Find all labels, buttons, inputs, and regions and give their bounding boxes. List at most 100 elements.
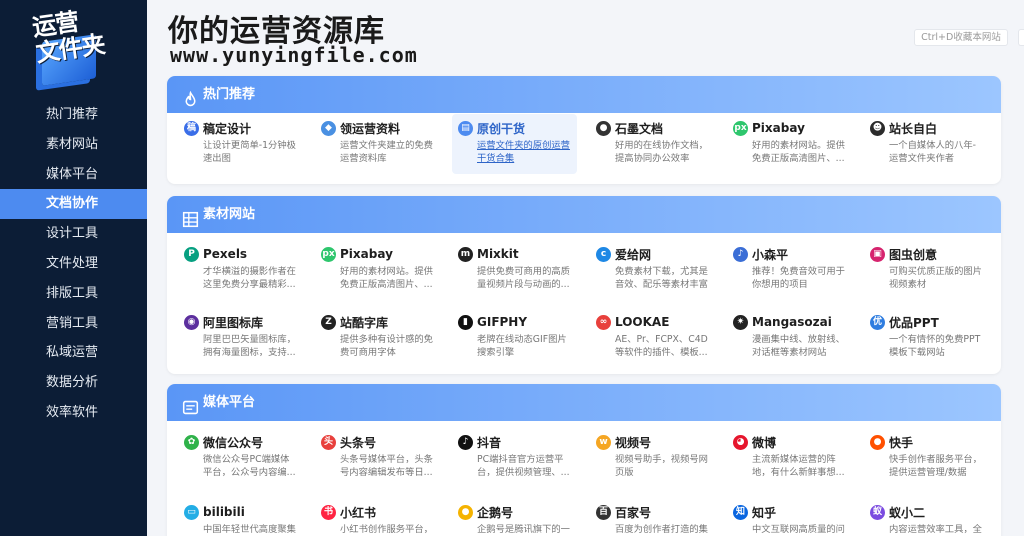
site-card[interactable]: m Mixkit 提供免费可商用的高质量视频片段与动画的... (452, 240, 577, 300)
site-card-desc: 免费素材下载，尤其是音效、配乐等素材丰富 (615, 266, 708, 290)
site-card-title: 领运营资料 (340, 121, 401, 136)
site-card[interactable]: ● 快手快手创作者服务平台，提供运营管理/数据分... (864, 428, 989, 488)
site-card-desc: 推荐！免费音效可用于你想用的项目 (752, 266, 845, 290)
site-card[interactable]: px Pixabay 好用的素材网站。提供免费正版高清图片、... (315, 240, 440, 300)
site-card[interactable]: ♪ 抖音 PC端抖音官方运营平台，提供视频管理、... (452, 428, 577, 488)
pixabay-icon: px (321, 246, 336, 262)
site-card[interactable]: ▤ 原创干货 运营文件夹的原创运营干货合集 (452, 114, 577, 174)
site-card[interactable]: 稿稿定设计 让设计更简单-1分钟极速出图 (178, 114, 303, 174)
section-header: 热门推荐 (167, 76, 1001, 113)
site-logo[interactable]: 运营 文件夹 (30, 7, 110, 90)
sidebar-item-8[interactable]: 私域运营 (0, 338, 147, 368)
site-card-title: 视频号 (615, 435, 652, 450)
site-card[interactable]: ◕ 微博 主流新媒体运营的阵地，有什么新鲜事想... (727, 428, 852, 488)
site-card[interactable]: 头头条号 头条号媒体平台，头条号内容编辑发布等日... (315, 428, 440, 488)
site-card[interactable]: w 视频号 视频号助手，视频号网页版 (590, 428, 715, 488)
site-card-desc: 好用的素材网站。提供免费正版高清图片、... (752, 140, 845, 164)
site-card[interactable]: ✿ 微信公众号微信公众号PC端媒体平台，公众号内容编... (178, 428, 303, 488)
site-card-desc: 好用的素材网站。提供免费正版高清图片、... (340, 266, 433, 290)
site-card-title: 抖音 (477, 435, 502, 450)
douyin-icon: ♪ (458, 434, 473, 450)
site-card-desc: 视频号助手，视频号网页版 (615, 454, 708, 478)
site-card[interactable]: ✷ Mangasozai 漫画集中线、放射线、对话框等素材网站 (727, 308, 852, 368)
site-card[interactable]: c 爱给网 免费素材下载，尤其是音效、配乐等素材丰富 (590, 240, 715, 300)
sidebar-item-10[interactable]: 效率软件 (0, 398, 147, 428)
sidebar-item-3[interactable]: 文档协作 (0, 189, 147, 220)
site-card-title: 知乎 (752, 505, 777, 520)
site-card-desc: 可购买优质正版的图片视频素材 (889, 266, 982, 290)
site-card[interactable]: ∞ LOOKAE AE、Pr、FCPX、C4D等软件的插件、模板... (590, 308, 715, 368)
site-card-desc: 百度为创作者打造的集 (615, 524, 708, 535)
sidebar-item-2[interactable]: 媒体平台 (0, 160, 147, 190)
site-card-title: 小红书 (340, 505, 377, 520)
toutiao-icon: 头 (321, 434, 336, 450)
sidebar-item-5[interactable]: 文件处理 (0, 249, 147, 279)
avatar-icon: ☻ (870, 120, 885, 136)
mixkit-icon: m (458, 246, 473, 262)
site-card-title: 站酷字库 (340, 315, 389, 330)
sidebar-item-6[interactable]: 排版工具 (0, 279, 147, 309)
sidebar-item-1[interactable]: 素材网站 (0, 130, 147, 160)
document-icon: ▤ (458, 120, 473, 136)
sidebar-item-4[interactable]: 设计工具 (0, 219, 147, 249)
sidebar-item-7[interactable]: 营销工具 (0, 309, 147, 339)
site-card-desc: 运营文件夹建立的免费运营资料库 (340, 140, 433, 164)
site-card-desc: 微信公众号PC端媒体平台，公众号内容编... (203, 454, 296, 478)
site-card-desc: 企鹅号是腾讯旗下的一 (477, 524, 570, 535)
site-card[interactable]: ▭ bilibili 中国年轻世代高度聚集 (178, 498, 303, 536)
site-card-desc: 头条号媒体平台，头条号内容编辑发布等日... (340, 454, 433, 478)
sidebar-nav: 热门推荐 素材网站 媒体平台 文档协作 设计工具 文件处理 排版工具 营销工具 私域运营 数据分析… (0, 100, 147, 428)
site-card-title: 站长自白 (889, 121, 938, 136)
site-card-desc: 才华横溢的摄影作者在这里免费分享最精彩... (203, 266, 296, 290)
grid-icon (182, 206, 199, 228)
wechat-icon: ✿ (184, 434, 199, 450)
site-card-desc: 提供多种有设计感的免费可商用字体 (340, 334, 433, 358)
site-card[interactable]: ● 企鹅号 企鹅号是腾讯旗下的一 (452, 498, 577, 536)
site-card[interactable]: ◆ 领运营资料运营文件夹建立的免费运营资料库 (315, 114, 440, 174)
site-card[interactable]: 知知乎 中文互联网高质量的问 (727, 498, 852, 536)
giphy-icon: ▮ (458, 314, 473, 330)
site-card-desc: 一个有情怀的免费PPT模板下载网站 (889, 334, 981, 358)
site-card-title: 稿定设计 (203, 121, 252, 136)
site-card[interactable]: ◉ 阿里图标库 阿里巴巴矢量图标库，拥有海量图标，支持... (178, 308, 303, 368)
yixiaoer-icon: 蚁 (870, 504, 885, 520)
site-card[interactable]: P Pexels 才华横溢的摄影作者在这里免费分享最精彩... (178, 240, 303, 300)
kuaishou-icon: ● (870, 434, 885, 450)
site-url: www.yunyingfile.com (170, 43, 418, 67)
lookae-icon: ∞ (596, 314, 611, 330)
site-card-title: 微信公众号 (203, 435, 264, 450)
site-card-desc: 中国年轻世代高度聚集 (203, 524, 296, 535)
site-card[interactable]: ● 石墨文档 好用的在线协作文档，提高协同办公效率 (590, 114, 715, 174)
site-card[interactable]: 百百家号百度为创作者打造的集 (590, 498, 715, 536)
section-header: 素材网站 (167, 196, 1001, 233)
site-card[interactable]: 优优品PPT 一个有情怀的免费PPT模板下载网站 (864, 308, 989, 368)
site-card[interactable]: ♪ 小森平 推荐！免费音效可用于你想用的项目 (727, 240, 852, 300)
site-card[interactable]: px Pixabay 好用的素材网站。提供免费正版高清图片、... (727, 114, 852, 174)
site-card[interactable]: Z 站酷字库 提供多种有设计感的免费可商用字体 (315, 308, 440, 368)
site-card-title: Mangasozai (752, 315, 832, 329)
site-card-desc: 快手创作者服务平台，提供运营管理/数据分... (889, 454, 982, 478)
site-card[interactable]: ▮ GIFPHY 老牌在线动态GIF图片搜索引擎 (452, 308, 577, 368)
site-card-desc: 老牌在线动态GIF图片搜索引擎 (477, 334, 567, 358)
section-title: 素材网站 (203, 207, 256, 222)
site-card-title: 蚁小二 (889, 505, 926, 520)
sidebar-item-9[interactable]: 数据分析 (0, 368, 147, 398)
site-card-title: Pixabay (340, 247, 393, 261)
penguin-icon: ● (458, 504, 473, 520)
site-card-desc: 好用的在线协作文档，提高协同办公效率 (615, 140, 708, 164)
site-card[interactable]: ▣ 图虫创意 可购买优质正版的图片视频素材 (864, 240, 989, 300)
site-card-title: LOOKAE (615, 315, 670, 329)
site-card-title: 石墨文档 (615, 121, 664, 136)
folder-icon: ◆ (321, 120, 336, 136)
section-hot: 热门推荐稿稿定设计 让设计更简单-1分钟极速出图 ◆ 领运营资料运营文件夹建立的免费运… (167, 76, 1001, 184)
site-card-title: 百家号 (615, 505, 652, 520)
site-card-title: 优品PPT (889, 315, 939, 330)
baijiahao-icon: 百 (596, 504, 611, 520)
site-card[interactable]: ☻ 站长自白 一个自媒体人的八年-运营文件夹作者 (864, 114, 989, 174)
site-card-desc: 提供免费可商用的高质量视频片段与动画的... (477, 266, 570, 290)
sidebar-item-0[interactable]: 热门推荐 (0, 100, 147, 130)
bookmark-hint[interactable]: Ctrl+D收藏本网站 (914, 29, 1008, 46)
pexels-icon: P (184, 246, 199, 262)
site-card[interactable]: 书小红书 小红书创作服务平台， (315, 498, 440, 536)
site-card[interactable]: 蚁蚁小二 内容运营效率工具，全 (864, 498, 989, 536)
